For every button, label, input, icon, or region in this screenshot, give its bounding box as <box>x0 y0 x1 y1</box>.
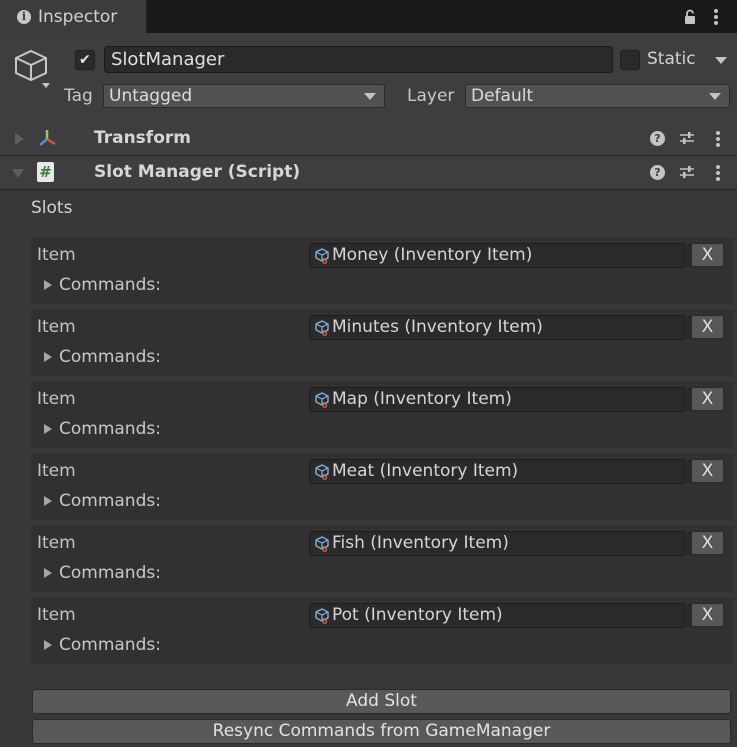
component-menu-icon[interactable] <box>715 130 721 148</box>
item-object-field[interactable]: 0 Minutes (Inventory Item) <box>309 315 714 340</box>
scriptable-object-icon: 0 <box>315 320 329 336</box>
static-dropdown-icon[interactable] <box>715 57 727 64</box>
remove-slot-button[interactable]: X <box>691 459 724 483</box>
scriptable-object-icon: 0 <box>315 392 329 408</box>
commands-label: Commands: <box>59 563 161 583</box>
scriptable-object-icon: 0 <box>315 464 329 480</box>
checkmark-icon: ✔ <box>79 52 91 68</box>
transform-axes-icon <box>39 130 56 146</box>
scriptable-object-icon: 0 <box>315 248 329 264</box>
svg-text:0: 0 <box>322 473 328 480</box>
svg-text:0: 0 <box>322 545 328 552</box>
fold-right-icon <box>44 280 52 290</box>
item-value: Pot (Inventory Item) <box>332 605 503 625</box>
remove-slot-button[interactable]: X <box>691 603 724 627</box>
layer-dropdown-value: Default <box>471 86 534 106</box>
commands-label: Commands: <box>59 347 161 367</box>
item-label: Item <box>37 533 76 553</box>
fold-right-icon[interactable] <box>15 133 24 145</box>
chevron-down-icon <box>709 93 721 100</box>
active-toggle-checkbox[interactable]: ✔ <box>75 50 95 70</box>
svg-text:0: 0 <box>322 617 328 624</box>
commands-label: Commands: <box>59 635 161 655</box>
item-value: Meat (Inventory Item) <box>332 461 519 481</box>
slots-label: Slots <box>31 198 73 218</box>
svg-text:0: 0 <box>322 401 328 408</box>
fold-right-icon <box>44 568 52 578</box>
scriptable-object-icon: 0 <box>315 536 329 552</box>
svg-text:0: 0 <box>322 329 328 336</box>
slot-entry: Item 0 Fish (Inventory Item) X Commands: <box>31 526 734 592</box>
item-value: Minutes (Inventory Item) <box>332 317 543 337</box>
item-value: Money (Inventory Item) <box>332 245 533 265</box>
item-label: Item <box>37 245 76 265</box>
transform-component-title: Transform <box>94 128 191 148</box>
tag-dropdown[interactable]: Untagged <box>103 84 385 108</box>
fold-down-icon[interactable] <box>12 169 24 178</box>
commands-label: Commands: <box>59 419 161 439</box>
add-slot-button[interactable]: Add Slot <box>32 689 731 714</box>
chevron-down-icon <box>364 93 376 100</box>
help-icon[interactable]: ? <box>650 131 665 146</box>
remove-slot-button[interactable]: X <box>691 243 724 267</box>
fold-right-icon <box>44 640 52 650</box>
item-value: Fish (Inventory Item) <box>332 533 509 553</box>
layer-label: Layer <box>407 86 455 106</box>
static-checkbox[interactable] <box>620 50 640 70</box>
slot-entry: Item 0 Map (Inventory Item) X Commands: <box>31 382 734 448</box>
component-menu-icon[interactable] <box>715 164 721 182</box>
lock-icon[interactable] <box>682 9 698 25</box>
presets-icon[interactable] <box>679 164 695 180</box>
transform-component-header[interactable]: Transform ? <box>0 122 737 156</box>
scriptable-object-icon: 0 <box>315 608 329 624</box>
svg-text:0: 0 <box>322 257 328 264</box>
item-object-field[interactable]: 0 Fish (Inventory Item) <box>309 531 714 556</box>
item-object-field[interactable]: 0 Money (Inventory Item) <box>309 243 714 268</box>
remove-slot-button[interactable]: X <box>691 531 724 555</box>
commands-label: Commands: <box>59 275 161 295</box>
slot-entry: Item 0 Meat (Inventory Item) X Commands: <box>31 454 734 520</box>
item-value: Map (Inventory Item) <box>332 389 512 409</box>
static-label: Static <box>647 49 696 69</box>
slot-entry: Item 0 Pot (Inventory Item) X Commands: <box>31 598 734 664</box>
gameobject-cube-icon[interactable] <box>12 47 50 89</box>
tab-bar: i Inspector <box>0 0 737 33</box>
item-object-field[interactable]: 0 Map (Inventory Item) <box>309 387 714 412</box>
slot-entry: Item 0 Money (Inventory Item) X Commands… <box>31 238 734 304</box>
item-label: Item <box>37 389 76 409</box>
fold-right-icon <box>44 352 52 362</box>
item-label: Item <box>37 317 76 337</box>
slot-entry: Item 0 Minutes (Inventory Item) X Comman… <box>31 310 734 376</box>
window-menu-icon[interactable] <box>713 8 719 26</box>
tab-inspector[interactable]: i Inspector <box>0 0 147 33</box>
help-icon[interactable]: ? <box>650 165 665 180</box>
fold-right-icon <box>44 424 52 434</box>
slot-manager-component-header[interactable]: # Slot Manager (Script) ? <box>0 156 737 190</box>
item-label: Item <box>37 461 76 481</box>
tag-dropdown-value: Untagged <box>109 86 193 106</box>
csharp-script-icon: # <box>37 162 54 182</box>
item-object-field[interactable]: 0 Meat (Inventory Item) <box>309 459 714 484</box>
resync-commands-button[interactable]: Resync Commands from GameManager <box>32 719 731 744</box>
tag-label: Tag <box>64 86 93 106</box>
remove-slot-button[interactable]: X <box>691 315 724 339</box>
commands-label: Commands: <box>59 491 161 511</box>
slot-manager-component-title: Slot Manager (Script) <box>94 162 301 182</box>
gameobject-name-field[interactable]: SlotManager <box>104 46 613 73</box>
tab-inspector-label: Inspector <box>38 7 118 27</box>
fold-right-icon <box>44 496 52 506</box>
info-icon: i <box>17 10 31 24</box>
remove-slot-button[interactable]: X <box>691 387 724 411</box>
presets-icon[interactable] <box>679 130 695 146</box>
layer-dropdown[interactable]: Default <box>465 84 730 108</box>
item-object-field[interactable]: 0 Pot (Inventory Item) <box>309 603 714 628</box>
item-label: Item <box>37 605 76 625</box>
